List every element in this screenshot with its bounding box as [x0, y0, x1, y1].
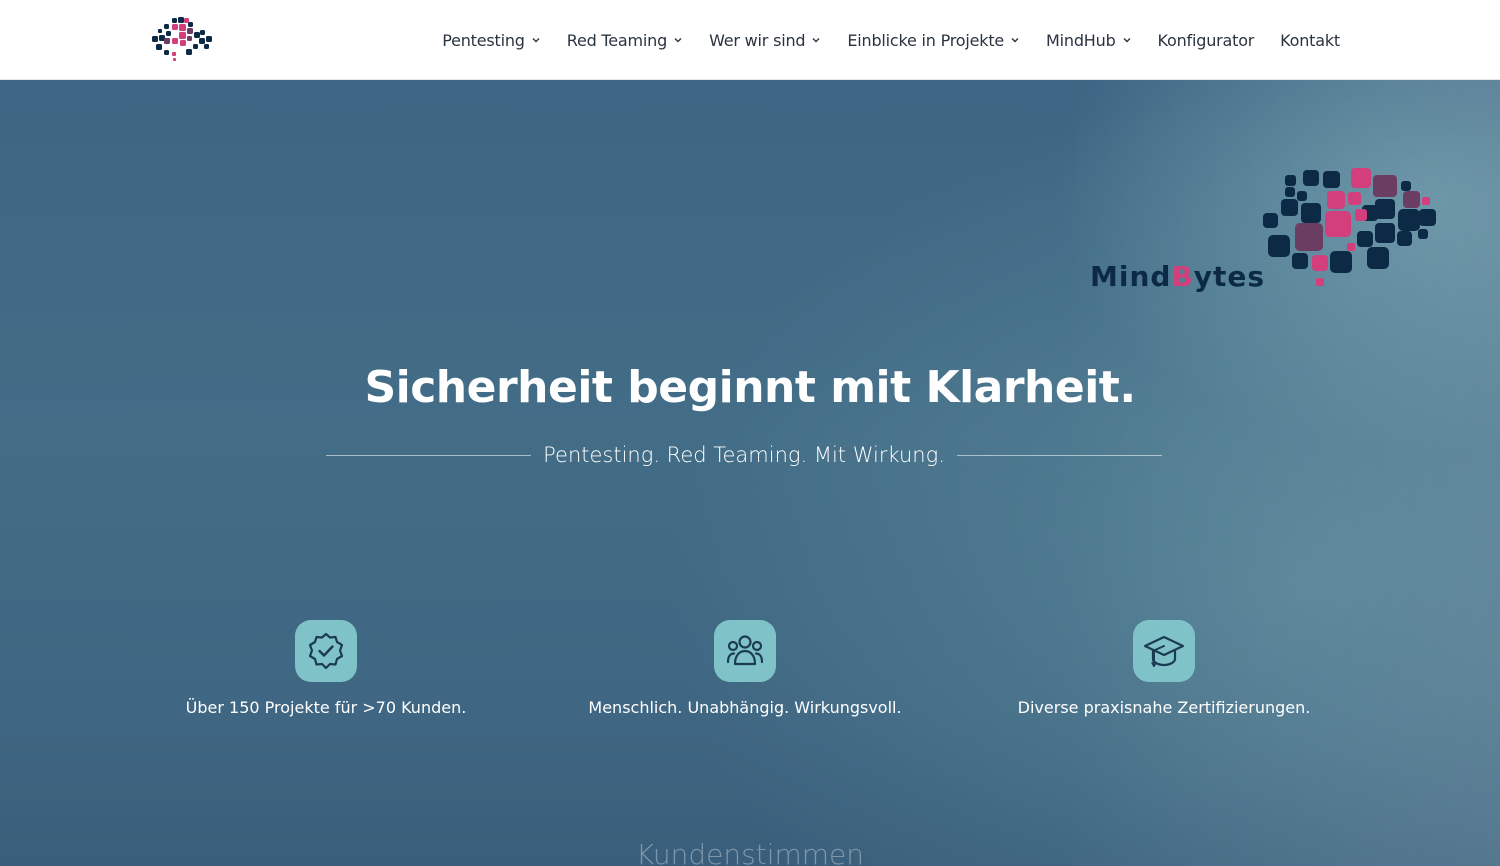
wordmark-highlight: B	[1171, 260, 1194, 293]
nav-einblicke-label: Einblicke in Projekte	[847, 30, 1005, 50]
mindbytes-logo-icon[interactable]	[150, 16, 218, 62]
chevron-down-icon	[674, 38, 682, 43]
top-navigation-bar: Pentesting Red Teaming Wer wir sind Einb…	[0, 0, 1500, 80]
nav-red-teaming[interactable]: Red Teaming	[567, 31, 683, 50]
nav-pentesting[interactable]: Pentesting	[442, 31, 541, 50]
graduation-cap-icon	[1143, 635, 1185, 667]
nav-konfigurator[interactable]: Konfigurator	[1158, 31, 1255, 50]
nav-konfigurator-label: Konfigurator	[1157, 30, 1255, 50]
feature-team-caption: Menschlich. Unabhängig. Wirkungsvoll.	[588, 698, 902, 717]
team-icon	[726, 635, 764, 666]
hero-headline: Sicherheit beginnt mit Klarheit.	[364, 362, 1136, 413]
chevron-down-icon	[1123, 38, 1131, 43]
feature-certifications-caption: Diverse praxisnahe Zertifizierungen.	[1017, 698, 1311, 717]
nav-pentesting-label: Pentesting	[442, 30, 525, 50]
feature-projects: Über 150 Projekte für >70 Kunden.	[156, 620, 496, 717]
feature-team-badge	[714, 620, 776, 682]
nav-red-teaming-label: Red Teaming	[566, 30, 668, 50]
nav-wer-wir-sind-label: Wer wir sind	[709, 30, 806, 50]
nav-einblicke[interactable]: Einblicke in Projekte	[847, 31, 1020, 50]
wordmark-start: Mind	[1090, 260, 1172, 293]
hero-subline-text: Pentesting. Red Teaming. Mit Wirkung.	[543, 443, 945, 467]
nav-kontakt-label: Kontakt	[1280, 30, 1340, 50]
subline-rule-left	[326, 454, 532, 456]
nav-mindhub[interactable]: MindHub	[1046, 31, 1131, 50]
feature-certifications: Diverse praxisnahe Zertifizierungen.	[994, 620, 1334, 717]
nav-wer-wir-sind[interactable]: Wer wir sind	[709, 31, 821, 50]
testimonials-heading: Kundenstimmen	[635, 838, 865, 866]
feature-team: Menschlich. Unabhängig. Wirkungsvoll.	[575, 620, 915, 717]
chevron-down-icon	[812, 38, 820, 43]
feature-projects-caption: Über 150 Projekte für >70 Kunden.	[185, 698, 467, 717]
wordmark-end: ytes	[1193, 260, 1266, 293]
feature-projects-badge	[295, 620, 357, 682]
nav-kontakt[interactable]: Kontakt	[1280, 31, 1340, 50]
nav-mindhub-label: MindHub	[1046, 30, 1116, 50]
feature-certifications-badge	[1133, 620, 1195, 682]
main-menu: Pentesting Red Teaming Wer wir sind Einb…	[442, 0, 1340, 80]
chevron-down-icon	[532, 38, 540, 43]
mindbytes-wordmark: MindBytes	[1090, 260, 1265, 293]
chevron-down-icon	[1011, 38, 1019, 43]
subline-rule-right	[956, 454, 1163, 456]
verified-badge-icon	[308, 632, 344, 670]
hero-subline: Pentesting. Red Teaming. Mit Wirkung.	[326, 440, 1163, 470]
